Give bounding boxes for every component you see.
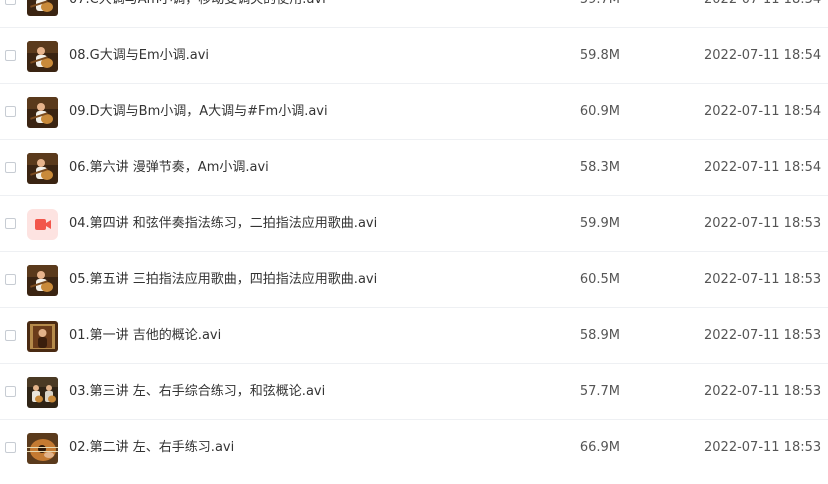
file-row[interactable]: 02.第二讲 左、右手练习.avi 66.9M 2022-07-11 18:53 [0, 420, 828, 476]
file-name[interactable]: 09.D大调与Bm小调，A大调与#Fm小调.avi [69, 103, 328, 121]
file-name[interactable]: 04.第四讲 和弦伴奏指法练习，二拍指法应用歌曲.avi [69, 215, 377, 233]
file-size: 66.9M [579, 440, 620, 455]
modified-date: 2022-07-11 18:54 [704, 160, 822, 175]
modified-date: 2022-07-11 18:53 [704, 216, 822, 231]
file-list: 07.C大调与Am小调，移动变调夹的使用.avi 59.7M 2022-07-11 … [0, 0, 828, 476]
file-size: 58.3M [579, 160, 620, 175]
row-checkbox[interactable] [5, 0, 16, 5]
file-size: 57.7M [579, 384, 620, 399]
row-checkbox[interactable] [5, 50, 16, 61]
file-row[interactable]: 08.G大调与Em小调.avi 59.8M 2022-07-11 18:54 [0, 28, 828, 84]
file-name[interactable]: 08.G大调与Em小调.avi [69, 47, 209, 65]
row-checkbox[interactable] [5, 442, 16, 453]
file-size: 59.8M [579, 48, 620, 63]
file-name[interactable]: 02.第二讲 左、右手练习.avi [69, 439, 234, 457]
file-row[interactable]: 05.第五讲 三拍指法应用歌曲，四拍指法应用歌曲.avi 60.5M 2022-07… [0, 252, 828, 308]
modified-date: 2022-07-11 18:53 [704, 328, 822, 343]
file-row[interactable]: 09.D大调与Bm小调，A大调与#Fm小调.avi 60.9M 2022-07-11… [0, 84, 828, 140]
file-size: 58.9M [579, 328, 620, 343]
file-size: 60.5M [579, 272, 620, 287]
file-name[interactable]: 07.C大调与Am小调，移动变调夹的使用.avi [69, 0, 326, 9]
file-name[interactable]: 03.第三讲 左、右手综合练习，和弦概论.avi [69, 383, 325, 401]
file-row[interactable]: 01.第一讲 吉他的概论.avi 58.9M 2022-07-11 18:53 [0, 308, 828, 364]
modified-date: 2022-07-11 18:54 [704, 0, 821, 9]
modified-date: 2022-07-11 18:53 [704, 384, 822, 399]
file-size: 59.9M [579, 216, 620, 231]
video-thumbnail [27, 433, 58, 464]
video-thumbnail [27, 41, 58, 72]
file-name[interactable]: 01.第一讲 吉他的概论.avi [69, 327, 221, 345]
file-name[interactable]: 05.第五讲 三拍指法应用歌曲，四拍指法应用歌曲.avi [69, 271, 377, 289]
row-checkbox[interactable] [5, 106, 16, 117]
file-row[interactable]: 04.第四讲 和弦伴奏指法练习，二拍指法应用歌曲.avi 59.9M 2022-07… [0, 196, 828, 252]
modified-date: 2022-07-11 18:54 [704, 48, 822, 63]
video-thumbnail [27, 377, 58, 408]
modified-date: 2022-07-11 18:53 [704, 272, 822, 287]
row-checkbox[interactable] [5, 218, 16, 229]
video-file-icon [27, 209, 58, 240]
row-checkbox[interactable] [5, 330, 16, 341]
file-size: 60.9M [579, 104, 620, 119]
file-size: 59.7M [580, 0, 620, 9]
video-thumbnail [27, 321, 58, 352]
row-checkbox[interactable] [5, 386, 16, 397]
file-name[interactable]: 06.第六讲 漫弹节奏，Am小调.avi [69, 159, 269, 177]
modified-date: 2022-07-11 18:53 [704, 440, 822, 455]
row-checkbox[interactable] [5, 162, 16, 173]
row-checkbox[interactable] [5, 274, 16, 285]
file-row[interactable]: 07.C大调与Am小调，移动变调夹的使用.avi 59.7M 2022-07-11 … [0, 0, 828, 28]
modified-date: 2022-07-11 18:54 [704, 104, 822, 119]
video-thumbnail [27, 0, 58, 16]
video-thumbnail [27, 153, 58, 184]
file-row[interactable]: 06.第六讲 漫弹节奏，Am小调.avi 58.3M 2022-07-11 18:5… [0, 140, 828, 196]
video-thumbnail [27, 265, 58, 296]
video-thumbnail [27, 97, 58, 128]
file-row[interactable]: 03.第三讲 左、右手综合练习，和弦概论.avi 57.7M 2022-07-11 … [0, 364, 828, 420]
